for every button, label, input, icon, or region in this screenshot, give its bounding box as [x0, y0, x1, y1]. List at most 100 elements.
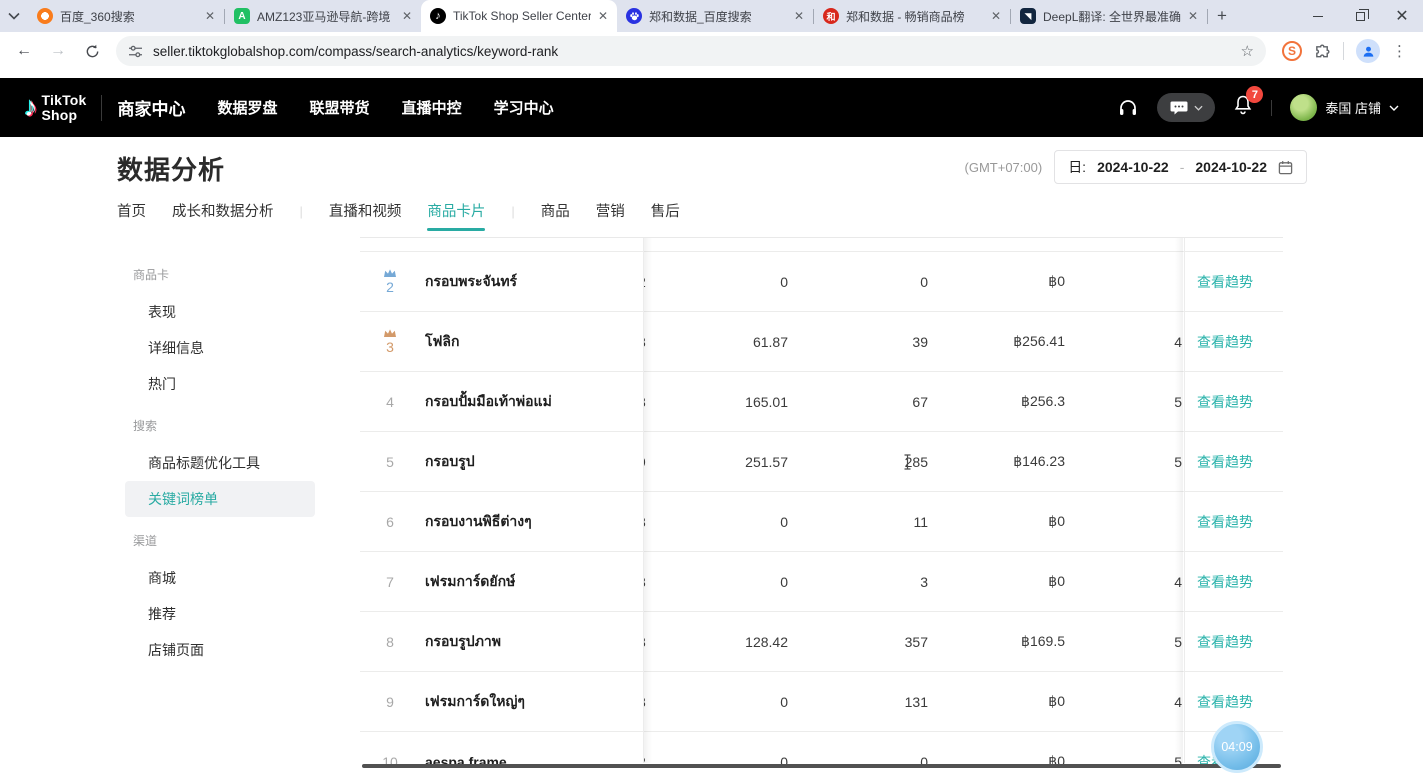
- tab-live-video[interactable]: 直播和视频: [329, 200, 402, 223]
- sidebar-item-recommend[interactable]: 推荐: [125, 596, 315, 632]
- extensions-puzzle-icon[interactable]: [1314, 43, 1331, 60]
- view-trend-link[interactable]: 查看趋势: [1197, 332, 1253, 352]
- minimize-button[interactable]: [1297, 0, 1339, 32]
- date-start[interactable]: 2024-10-22: [1097, 159, 1169, 175]
- view-trend-link[interactable]: 查看趋势: [1197, 572, 1253, 592]
- notification-badge: 7: [1246, 86, 1263, 103]
- back-button[interactable]: ←: [8, 35, 40, 67]
- page-title: 数据分析: [117, 150, 225, 187]
- view-trend-link[interactable]: 查看趋势: [1197, 392, 1253, 412]
- metric-col1: 128.42: [745, 612, 788, 671]
- tab-home[interactable]: 首页: [117, 200, 146, 223]
- reload-button[interactable]: [76, 35, 108, 67]
- tab-growth-analytics[interactable]: 成长和数据分析: [172, 200, 274, 223]
- table-row[interactable]: 3 โฟลิก 3 61.87 39 ฿256.41 4 查看趋势: [360, 312, 1283, 372]
- tiktok-shop-logo[interactable]: ♪ TikTokShop: [24, 92, 87, 123]
- new-tab-button[interactable]: +: [1208, 2, 1236, 30]
- sidebar-item-performance[interactable]: 表现: [125, 294, 315, 330]
- date-end[interactable]: 2024-10-22: [1195, 159, 1267, 175]
- table-row[interactable]: 4 กรอบปั้มมือเท้าพ่อแม่ 3 165.01 67 ฿256…: [360, 372, 1283, 432]
- nav-seller-center[interactable]: 商家中心: [118, 95, 186, 120]
- tab-product[interactable]: 商品: [541, 200, 570, 223]
- scrolled-metrics-pane: 3 165.01 67 ฿256.3 5: [643, 372, 1184, 431]
- tab-close-icon[interactable]: ✕: [991, 9, 1001, 23]
- tab-close-icon[interactable]: ✕: [205, 9, 215, 23]
- analytics-sidebar: 商品卡 表现 详细信息 热门 搜索 商品标题优化工具 关键词榜单 渠道 商城 推…: [115, 251, 323, 668]
- sidebar-item-keyword-rank[interactable]: 关键词榜单: [125, 481, 315, 517]
- headset-icon[interactable]: [1117, 97, 1139, 119]
- sidebar-item-trending[interactable]: 热门: [125, 366, 315, 402]
- browser-tab-baidu360[interactable]: 百度_360搜索 ✕: [28, 0, 224, 32]
- metric-col1: 0: [780, 252, 788, 311]
- sidebar-item-details[interactable]: 详细信息: [125, 330, 315, 366]
- notifications-button[interactable]: 7: [1233, 94, 1253, 121]
- tab-marketing[interactable]: 营销: [596, 200, 625, 223]
- table-row[interactable]: 10 aespa frame 2 0 0 ฿0 5 查看趋势: [360, 732, 1283, 768]
- toolbar-divider: [1343, 42, 1344, 60]
- browser-tab-zhenghe-rank[interactable]: 和 郑和数据 - 畅销商品榜 ✕: [814, 0, 1010, 32]
- nav-affiliate[interactable]: 联盟带货: [310, 97, 370, 118]
- address-bar[interactable]: seller.tiktokglobalshop.com/compass/sear…: [116, 36, 1266, 66]
- url-text[interactable]: seller.tiktokglobalshop.com/compass/sear…: [153, 44, 1231, 59]
- calendar-icon[interactable]: [1278, 160, 1293, 175]
- baidu-icon: [626, 8, 642, 24]
- browser-menu-icon[interactable]: ⋮: [1392, 42, 1407, 60]
- table-row[interactable]: 7 เฟรมการ์ดยักษ์ 3 0 3 ฿0 4 查看趋势: [360, 552, 1283, 612]
- site-info-icon[interactable]: [128, 45, 143, 58]
- chat-button[interactable]: [1157, 93, 1215, 122]
- metric-col2: 11: [913, 492, 928, 551]
- browser-profile-avatar[interactable]: [1356, 39, 1380, 63]
- tab-product-card[interactable]: 商品卡片: [427, 200, 485, 223]
- restore-button[interactable]: [1339, 0, 1381, 32]
- keyword-cell: กรอบงานพิธีต่างๆ: [425, 492, 532, 551]
- action-cell: 查看趋势: [1184, 312, 1283, 371]
- action-cell: 查看趋势: [1184, 252, 1283, 311]
- nav-data-compass[interactable]: 数据罗盘: [218, 97, 278, 118]
- view-trend-link[interactable]: 查看趋势: [1197, 512, 1253, 532]
- forward-button[interactable]: →: [42, 35, 74, 67]
- keyword-cell: โฟลิก: [425, 312, 460, 371]
- horizontal-scrollbar[interactable]: [362, 764, 1281, 768]
- tab-close-icon[interactable]: ✕: [794, 9, 804, 23]
- table-row[interactable]: 8 กรอบรูปภาพ 3 128.42 357 ฿169.5 5 查看趋势: [360, 612, 1283, 672]
- restore-icon: [1356, 12, 1365, 21]
- sidebar-item-title-optimizer[interactable]: 商品标题优化工具: [125, 445, 315, 481]
- keyword-cell: เฟรมการ์ดยักษ์: [425, 552, 515, 611]
- action-cell: 查看趋势: [1184, 612, 1283, 671]
- metric-col1: 0: [780, 552, 788, 611]
- sidebar-item-mall[interactable]: 商城: [125, 560, 315, 596]
- browser-tab-tiktok-shop[interactable]: ♪ TikTok Shop Seller Center ✕: [421, 0, 617, 32]
- table-row[interactable]: 2 กรอบพระจันทร์ 2 0 0 ฿0 查看趋势: [360, 252, 1283, 312]
- view-trend-link[interactable]: 查看趋势: [1197, 692, 1253, 712]
- tab-close-icon[interactable]: ✕: [402, 9, 412, 23]
- tab-aftersales[interactable]: 售后: [651, 200, 680, 223]
- rank-cell: 2: [376, 252, 404, 311]
- sidebar-item-shop-page[interactable]: 店铺页面: [125, 632, 315, 668]
- screen-record-timer-bubble[interactable]: 04:09: [1211, 721, 1263, 773]
- view-trend-link[interactable]: 查看趋势: [1197, 632, 1253, 652]
- close-button[interactable]: ✕: [1381, 0, 1423, 32]
- table-row[interactable]: 5 กรอบรูป 9 251.57 285 ฿146.23 5 查看趋势: [360, 432, 1283, 492]
- tab-search-button[interactable]: [0, 0, 28, 32]
- extension-s-icon[interactable]: S: [1282, 41, 1302, 61]
- table-row[interactable]: 6 กรอบงานพิธีต่างๆ 3 0 11 ฿0 查看趋势: [360, 492, 1283, 552]
- tab-close-icon[interactable]: ✕: [1188, 9, 1198, 23]
- browser-tab-amz123[interactable]: A AMZ123亚马逊导航-跨境 ✕: [225, 0, 421, 32]
- keyword-cell: กรอบปั้มมือเท้าพ่อแม่: [425, 372, 552, 431]
- store-name: 泰国 店铺: [1325, 98, 1381, 117]
- table-row[interactable]: 9 เฟรมการ์ดใหญ่ๆ 3 0 131 ฿0 4 查看趋势: [360, 672, 1283, 732]
- browser-tab-deepl[interactable]: ◥ DeepL翻译: 全世界最准确 ✕: [1011, 0, 1207, 32]
- view-trend-link[interactable]: 查看趋势: [1197, 452, 1253, 472]
- nav-learning-center[interactable]: 学习中心: [494, 97, 554, 118]
- date-range-picker[interactable]: 日: 2024-10-22 - 2024-10-22: [1054, 150, 1307, 184]
- view-trend-link[interactable]: 查看趋势: [1197, 272, 1253, 292]
- nav-live-center[interactable]: 直播中控: [402, 97, 462, 118]
- tab-close-icon[interactable]: ✕: [598, 9, 608, 23]
- window-controls: ✕: [1297, 0, 1423, 32]
- store-switcher[interactable]: 泰国 店铺: [1290, 94, 1399, 121]
- rank-cell: 10: [376, 732, 404, 768]
- bookmark-star-icon[interactable]: ☆: [1241, 42, 1254, 60]
- date-granularity-label: 日:: [1068, 157, 1086, 177]
- scrolled-metrics-pane: 3 0 11 ฿0: [643, 492, 1184, 551]
- browser-tab-zhenghe-baidu[interactable]: 郑和数据_百度搜索 ✕: [617, 0, 813, 32]
